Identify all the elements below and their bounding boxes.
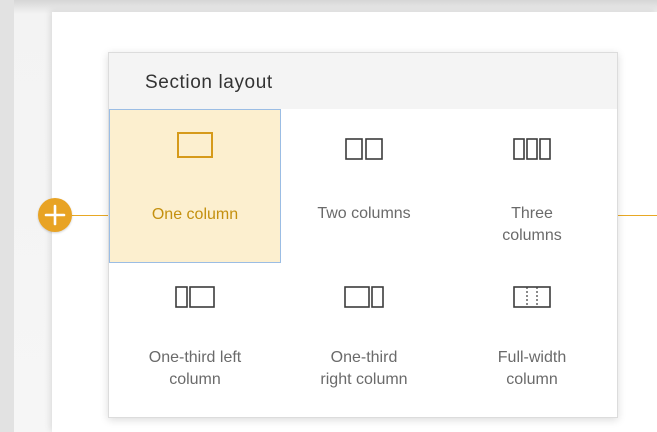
section-divider-left [72,215,112,216]
three-columns-icon [513,138,551,160]
left-strip [0,0,14,432]
layout-option-full-width-column[interactable]: Full-width column [447,263,617,417]
two-columns-icon [345,138,383,160]
layout-option-one-column[interactable]: One column [109,109,281,263]
layout-option-label: Full-width column [497,349,567,388]
layout-option-three-columns[interactable]: Three columns [447,109,617,263]
layout-option-label: One-third right column [320,349,408,388]
panel-header: Section layout [109,53,617,109]
layout-option-label: Three columns [502,205,562,244]
one-column-icon [177,132,213,158]
layout-option-label: Two columns [317,205,411,222]
layout-option-label: One column [151,206,239,223]
full-width-column-icon [513,286,551,308]
layout-option-label: One-third left column [148,349,242,388]
one-third-right-column-icon [344,286,384,308]
section-divider-right [618,215,657,216]
layout-option-two-columns[interactable]: Two columns [281,109,447,263]
layout-option-one-third-right-column[interactable]: One-third right column [281,263,447,417]
add-section-button[interactable] [38,198,72,232]
plus-icon [44,204,66,226]
section-layout-panel: Section layout One column Two columns Th… [108,52,618,418]
one-third-left-column-icon [175,286,215,308]
layout-option-one-third-left-column[interactable]: One-third left column [109,263,281,417]
panel-title: Section layout [145,72,273,93]
